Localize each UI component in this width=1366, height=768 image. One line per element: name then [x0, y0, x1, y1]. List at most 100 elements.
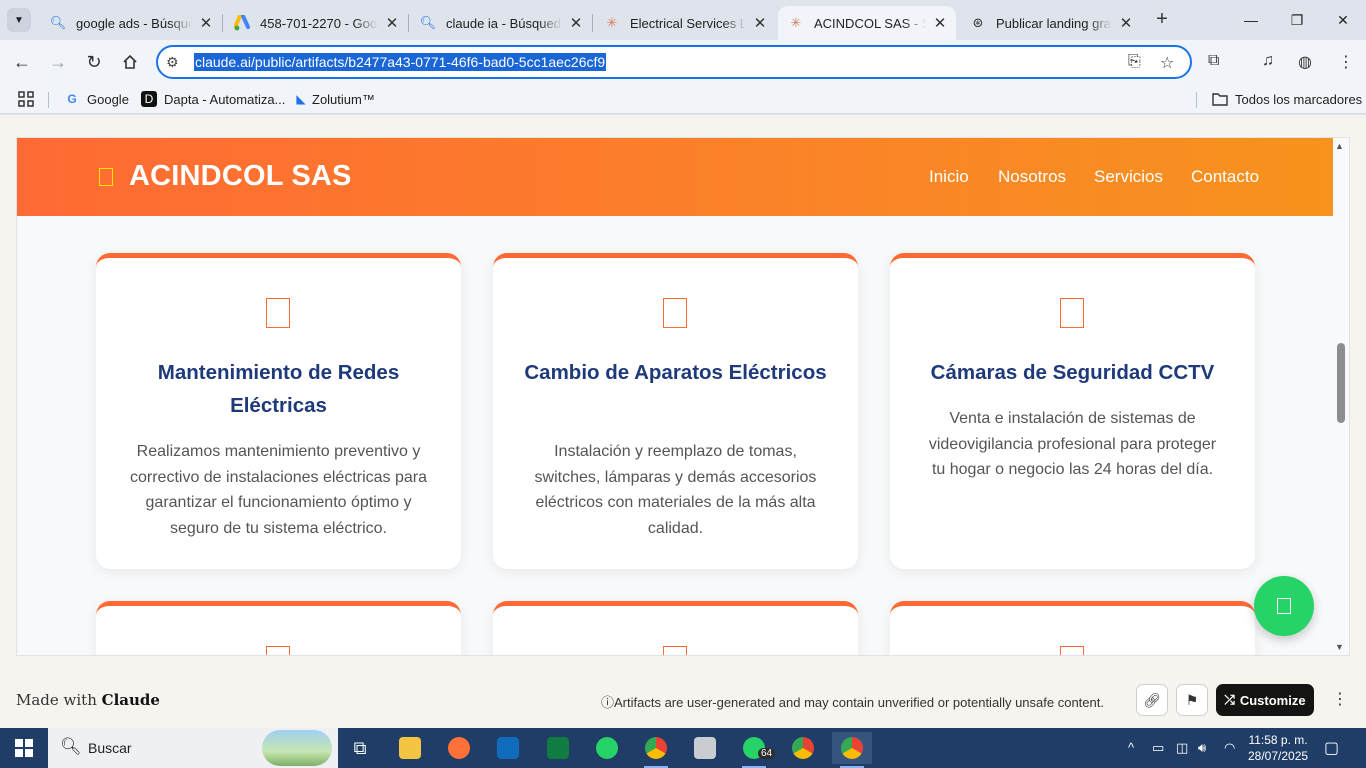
chrome-active-button[interactable]	[832, 732, 872, 768]
close-icon[interactable]: ✕	[1118, 14, 1134, 32]
whatsapp-icon	[596, 737, 618, 759]
scroll-down-icon[interactable]: ▼	[1335, 642, 1344, 652]
clock-date: 28/07/2025	[1248, 749, 1309, 763]
scroll-up-icon[interactable]: ▲	[1335, 141, 1344, 151]
task-view-button[interactable]: ⧉	[340, 732, 380, 764]
chrome-profile-button[interactable]	[783, 732, 823, 764]
taskbar-search[interactable]: 🔍︎ Buscar	[48, 728, 338, 768]
media-control-icon[interactable]: ♫	[1262, 52, 1274, 70]
all-bookmarks-label: Todos los marcadores	[1235, 91, 1363, 107]
tab-search-button[interactable]: ▼	[7, 8, 31, 32]
tab-acindcol-active[interactable]: ✳ ACINDCOL SAS - Servicios ✕	[778, 6, 956, 40]
tab-electrical-services[interactable]: ✳ Electrical Services Landing ✕	[594, 6, 776, 40]
nav-contacto[interactable]: Contacto	[1191, 167, 1259, 187]
tab-strip: ▼ 🔍︎ google ads - Búsqueda ✕ 458-701-227…	[0, 0, 1366, 40]
scrollbar[interactable]: ▲ ▼	[1333, 138, 1349, 655]
file-explorer-button[interactable]	[390, 732, 430, 764]
outlook-button[interactable]	[488, 732, 528, 764]
tab-title: claude ia - Búsqueda	[446, 15, 562, 31]
install-app-icon[interactable]: ⎘	[1128, 53, 1141, 71]
window-close-button[interactable]: ✕	[1320, 0, 1366, 40]
close-icon[interactable]: ✕	[932, 14, 948, 32]
extensions-icon[interactable]: ⧉	[1208, 52, 1219, 70]
card-title: Mantenimiento de Redes Eléctricas	[157, 361, 400, 417]
tab-title: google ads - Búsqueda	[76, 15, 192, 31]
battery-icon[interactable]: ▭	[1152, 740, 1164, 756]
bookmark-label: Google	[87, 91, 129, 107]
minimize-button[interactable]: —	[1228, 0, 1274, 40]
close-icon[interactable]: ✕	[198, 14, 214, 32]
wifi-icon[interactable]: ◠	[1224, 740, 1235, 756]
url-text[interactable]: claude.ai/public/artifacts/b2477a43-0771…	[194, 53, 607, 71]
app-button[interactable]	[685, 732, 725, 764]
notification-badge: 64	[758, 748, 776, 759]
google-ads-icon	[234, 15, 250, 31]
tab-google-ads-account[interactable]: 458-701-2270 - Google Ads ✕	[224, 6, 409, 40]
zolutium-icon: ◣	[296, 92, 306, 106]
bookmark-dapta[interactable]: D Dapta - Automatiza...	[141, 91, 285, 107]
home-button[interactable]	[115, 47, 145, 77]
close-icon[interactable]: ✕	[752, 14, 768, 32]
service-card-aparatos: Cambio de Aparatos Eléctricos Instalació…	[493, 253, 858, 569]
windows-logo-icon	[15, 739, 33, 757]
webcam-icon[interactable]: ◫	[1176, 740, 1188, 756]
chrome-icon	[645, 737, 667, 759]
bolt-icon	[99, 168, 113, 186]
whatsapp-business-button[interactable]: 64	[734, 732, 776, 768]
address-bar[interactable]: ⚙ claude.ai/public/artifacts/b2477a43-07…	[156, 45, 1192, 79]
close-icon[interactable]: ✕	[568, 14, 584, 32]
chevron-up-icon[interactable]: ^	[1128, 740, 1134, 755]
link-icon: 🔗︎	[1143, 691, 1161, 708]
nav-nosotros[interactable]: Nosotros	[998, 167, 1066, 187]
folder-icon	[399, 737, 421, 759]
volume-icon[interactable]: 🔊︎	[1198, 740, 1206, 756]
reload-button[interactable]: ↻	[79, 47, 109, 77]
bookmarks-bar: G Google D Dapta - Automatiza... ◣ Zolut…	[0, 86, 1366, 114]
forward-button[interactable]: →	[43, 47, 73, 77]
notifications-icon[interactable]: ▢	[1324, 738, 1339, 758]
chrome-button[interactable]	[636, 732, 676, 768]
start-button[interactable]	[0, 728, 48, 768]
firefox-button[interactable]	[439, 732, 479, 764]
customize-button[interactable]: ⤮ Customize	[1216, 684, 1314, 716]
nav-inicio[interactable]: Inicio	[929, 167, 969, 187]
excel-button[interactable]	[538, 732, 578, 764]
copy-link-button[interactable]: 🔗︎	[1136, 684, 1168, 716]
menu-kebab-icon[interactable]: ⋮	[1338, 52, 1354, 72]
all-bookmarks[interactable]: Todos los marcadores	[1212, 91, 1362, 107]
dapta-icon: D	[141, 91, 157, 107]
tab-publicar-landing[interactable]: ⊛ Publicar landing gratis ✕	[960, 6, 1142, 40]
search-icon: 🔍︎	[419, 15, 437, 30]
bookmark-zolutium[interactable]: ◣ Zolutium™	[296, 91, 374, 107]
back-button[interactable]: ←	[7, 47, 37, 77]
arrow-right-icon: →	[49, 51, 67, 72]
chrome-icon	[792, 737, 814, 759]
system-clock[interactable]: 11:58 p. m. 28/07/2025	[1248, 732, 1308, 764]
claude-icon: ✳	[606, 15, 618, 30]
new-tab-button[interactable]: +	[1150, 8, 1174, 32]
site-settings-icon[interactable]: ⚙	[166, 54, 179, 71]
whatsapp-float-button[interactable]	[1254, 576, 1314, 636]
card-title: Cámaras de Seguridad CCTV	[930, 361, 1215, 384]
made-with-claude[interactable]: Made with Claude	[16, 691, 160, 709]
nav-servicios[interactable]: Servicios	[1094, 167, 1163, 187]
chrome-icon	[841, 737, 863, 759]
whatsapp-button[interactable]	[587, 732, 627, 764]
site-brand[interactable]: ACINDCOL SAS	[129, 160, 352, 193]
scrollbar-thumb[interactable]	[1337, 343, 1345, 423]
report-button[interactable]: ⚑	[1176, 684, 1208, 716]
bookmark-star-icon[interactable]: ☆	[1160, 53, 1174, 73]
profile-avatar-icon[interactable]: ◍	[1298, 52, 1312, 72]
tab-claude-search[interactable]: 🔍︎ claude ia - Búsqueda ✕	[410, 6, 593, 40]
plug-icon	[663, 298, 687, 328]
maximize-button[interactable]: ❐	[1274, 0, 1320, 40]
tab-google-ads-search[interactable]: 🔍︎ google ads - Búsqueda ✕	[40, 6, 223, 40]
arrow-left-icon: ←	[13, 51, 31, 72]
bookmark-google[interactable]: G Google	[64, 91, 129, 107]
made-brand: Claude	[101, 691, 160, 709]
close-icon[interactable]: ✕	[384, 14, 400, 32]
more-options-icon[interactable]: ⋮	[1332, 689, 1348, 709]
search-icon: 🔍︎	[60, 737, 82, 756]
apps-grid-icon[interactable]	[18, 91, 34, 107]
search-icon: 🔍︎	[49, 15, 67, 30]
